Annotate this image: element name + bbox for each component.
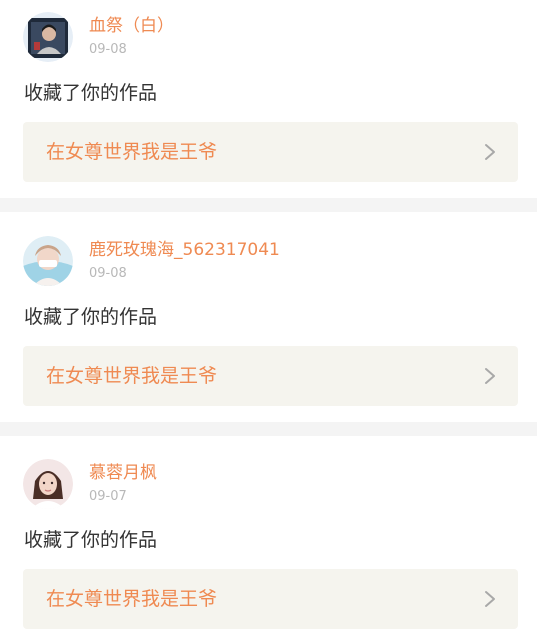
work-link[interactable]: 在女尊世界我是王爷: [23, 569, 518, 629]
work-title: 在女尊世界我是王爷: [46, 588, 218, 610]
user-avatar-icon: [23, 236, 73, 286]
work-title: 在女尊世界我是王爷: [46, 365, 218, 387]
username[interactable]: 鹿死玫瑰海_562317041: [89, 240, 280, 260]
avatar[interactable]: [23, 459, 73, 509]
work-link[interactable]: 在女尊世界我是王爷: [23, 346, 518, 406]
user-avatar-icon: [23, 459, 73, 509]
username[interactable]: 慕蓉月枫: [89, 463, 157, 483]
notification-feed: 血祭（白） 09-08 收藏了你的作品 在女尊世界我是王爷 鹿死玫瑰海_5623…: [0, 0, 537, 633]
action-text: 收藏了你的作品: [24, 306, 158, 328]
work-title: 在女尊世界我是王爷: [46, 141, 218, 163]
timestamp: 09-08: [89, 42, 127, 57]
chevron-right-icon: [485, 591, 495, 607]
timestamp: 09-08: [89, 266, 127, 281]
avatar[interactable]: [23, 12, 73, 62]
notification-item: 血祭（白） 09-08 收藏了你的作品 在女尊世界我是王爷: [0, 0, 537, 198]
notification-item: 鹿死玫瑰海_562317041 09-08 收藏了你的作品 在女尊世界我是王爷: [0, 212, 537, 422]
user-avatar-icon: [23, 12, 73, 62]
timestamp: 09-07: [89, 489, 127, 504]
action-text: 收藏了你的作品: [24, 529, 158, 551]
notification-item: 慕蓉月枫 09-07 收藏了你的作品 在女尊世界我是王爷: [0, 436, 537, 633]
avatar[interactable]: [23, 236, 73, 286]
username[interactable]: 血祭（白）: [89, 16, 174, 36]
work-link[interactable]: 在女尊世界我是王爷: [23, 122, 518, 182]
chevron-right-icon: [485, 144, 495, 160]
chevron-right-icon: [485, 368, 495, 384]
action-text: 收藏了你的作品: [24, 82, 158, 104]
